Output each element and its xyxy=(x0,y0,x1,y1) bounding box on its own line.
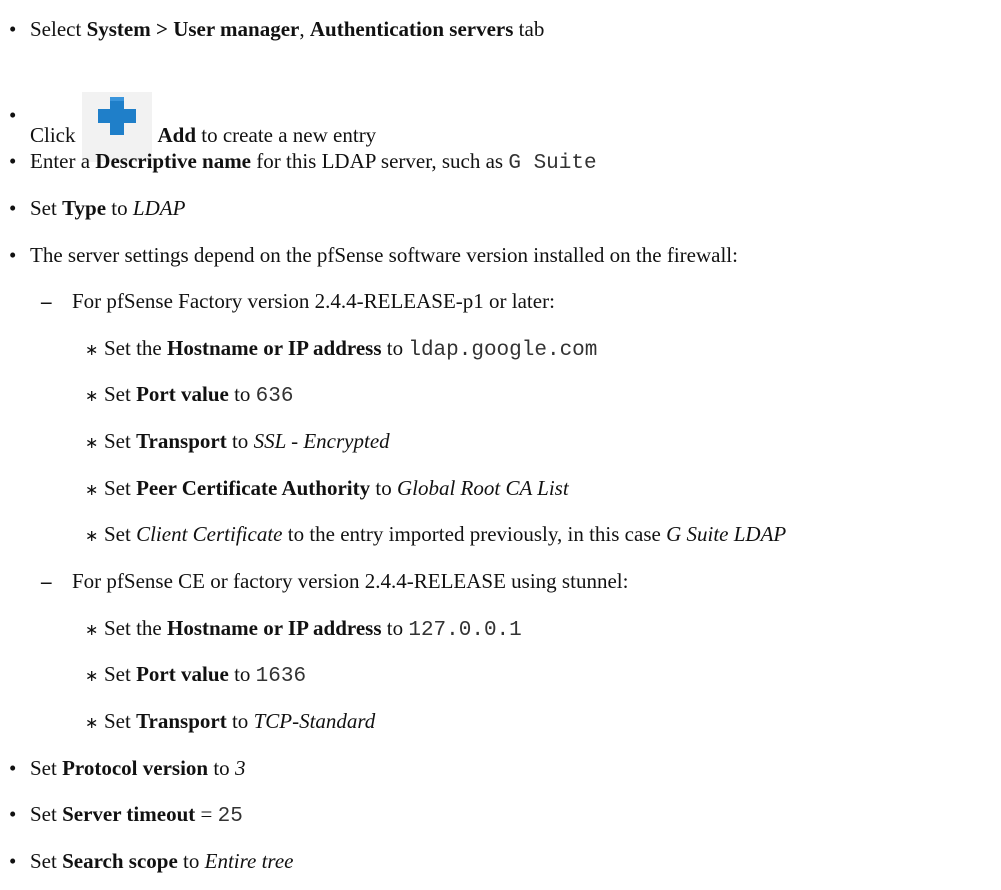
field-name: Transport xyxy=(136,709,227,733)
field-name: Type xyxy=(62,196,107,220)
list-item-text: Set Transport to SSL - Encrypted xyxy=(104,428,390,454)
star: ∗ xyxy=(85,713,99,732)
text: to xyxy=(208,756,235,780)
list-item-text: Set Port value to 636 xyxy=(104,381,293,410)
value-option: SSL - Encrypted xyxy=(253,429,390,453)
field-name: Port value xyxy=(136,382,229,406)
field-name: Client Certificate xyxy=(136,522,283,546)
text: to create a new entry xyxy=(196,122,377,147)
star: ∗ xyxy=(85,480,99,499)
value-option: TCP-Standard xyxy=(253,709,376,733)
list-item-text: Set the Hostname or IP address to ldap.g… xyxy=(104,335,597,364)
list-item-text: Set Port value to 1636 xyxy=(104,661,306,690)
text: Enter a xyxy=(30,149,96,173)
value-code: 25 xyxy=(217,805,243,828)
bullet: • xyxy=(9,849,17,873)
field-name: Descriptive name xyxy=(95,149,252,173)
bullet: • xyxy=(9,756,17,780)
text: Set xyxy=(104,662,137,686)
list-item-text: For pfSense Factory version 2.4.4-RELEAS… xyxy=(72,289,555,313)
field-name: Peer Certificate Authority xyxy=(136,476,371,500)
text: Set xyxy=(104,709,137,733)
value-option: LDAP xyxy=(132,196,186,220)
tab-name: Authentication servers xyxy=(309,17,514,41)
list-item-text: Enter a Descriptive name for this LDAP s… xyxy=(30,148,597,177)
text: Set xyxy=(104,382,137,406)
value-code: 636 xyxy=(255,385,294,408)
list-item-text: Set Transport to TCP-Standard xyxy=(104,708,375,734)
field-name: Hostname or IP address xyxy=(167,616,382,640)
list-item-text: Set Protocol version to 3 xyxy=(30,755,245,781)
text: Set xyxy=(30,196,63,220)
text: Click xyxy=(30,122,76,147)
text: to xyxy=(226,709,254,733)
text: for this LDAP server, such as xyxy=(251,149,509,173)
text: Select xyxy=(30,17,87,41)
bullet: • xyxy=(9,243,17,267)
dash: – xyxy=(41,569,52,593)
add-label: Add xyxy=(157,122,197,147)
bullet: • xyxy=(9,196,17,220)
text: Set the xyxy=(104,616,167,640)
text: to xyxy=(226,429,254,453)
text: to xyxy=(228,662,256,686)
text: Set xyxy=(30,802,63,826)
text: tab xyxy=(513,17,545,41)
text: to xyxy=(370,476,397,500)
dash: – xyxy=(41,289,52,313)
star: ∗ xyxy=(85,386,99,405)
list-item-text: Set Server timeout = 25 xyxy=(30,801,243,830)
value-option: 3 xyxy=(234,756,246,780)
text: Set the xyxy=(104,336,167,360)
value-option: Global Root CA List xyxy=(396,476,569,500)
field-name: Server timeout xyxy=(62,802,196,826)
list-item-text: Set Peer Certificate Authority to Global… xyxy=(104,475,569,501)
text: Set xyxy=(30,849,63,873)
text: = xyxy=(195,802,218,826)
text: to xyxy=(228,382,256,406)
field-name: Search scope xyxy=(62,849,178,873)
star: ∗ xyxy=(85,526,99,545)
bullet: • xyxy=(9,17,17,41)
menu-path: System > User manager xyxy=(86,17,300,41)
value-option: G Suite LDAP xyxy=(666,522,787,546)
text: Set xyxy=(104,429,137,453)
text: Set xyxy=(30,756,63,780)
bullet: • xyxy=(9,103,17,127)
list-item-text: Set Type to LDAP xyxy=(30,195,185,221)
bullet: • xyxy=(9,149,17,173)
star: ∗ xyxy=(85,620,99,639)
text: to xyxy=(381,616,409,640)
field-name: Hostname or IP address xyxy=(167,336,382,360)
field-name: Port value xyxy=(136,662,229,686)
field-name: Transport xyxy=(136,429,227,453)
list-item-text: For pfSense CE or factory version 2.4.4-… xyxy=(72,569,629,593)
list-item-text: Set Client Certificate to the entry impo… xyxy=(104,521,786,547)
field-name: Protocol version xyxy=(62,756,209,780)
value-code: ldap.google.com xyxy=(408,339,598,362)
text: , xyxy=(299,17,310,41)
text: to the entry imported previously, in thi… xyxy=(282,522,667,546)
text: to xyxy=(177,849,205,873)
bullet: • xyxy=(9,802,17,826)
value-option: Entire tree xyxy=(204,849,294,873)
text: Set xyxy=(104,476,137,500)
list-item-text: Set Search scope to Entire tree xyxy=(30,848,293,874)
text: to xyxy=(106,196,133,220)
star: ∗ xyxy=(85,666,99,685)
list-item-text: Select System > User manager, Authentica… xyxy=(30,16,544,42)
text: Set xyxy=(104,522,137,546)
star: ∗ xyxy=(85,340,99,359)
list-item-text: The server settings depend on the pfSens… xyxy=(30,243,738,267)
star: ∗ xyxy=(85,433,99,452)
text: to xyxy=(381,336,409,360)
value-code: 127.0.0.1 xyxy=(408,619,522,642)
value-code: G Suite xyxy=(508,152,597,175)
value-code: 1636 xyxy=(255,665,307,688)
list-item-text: Set the Hostname or IP address to 127.0.… xyxy=(104,615,522,644)
